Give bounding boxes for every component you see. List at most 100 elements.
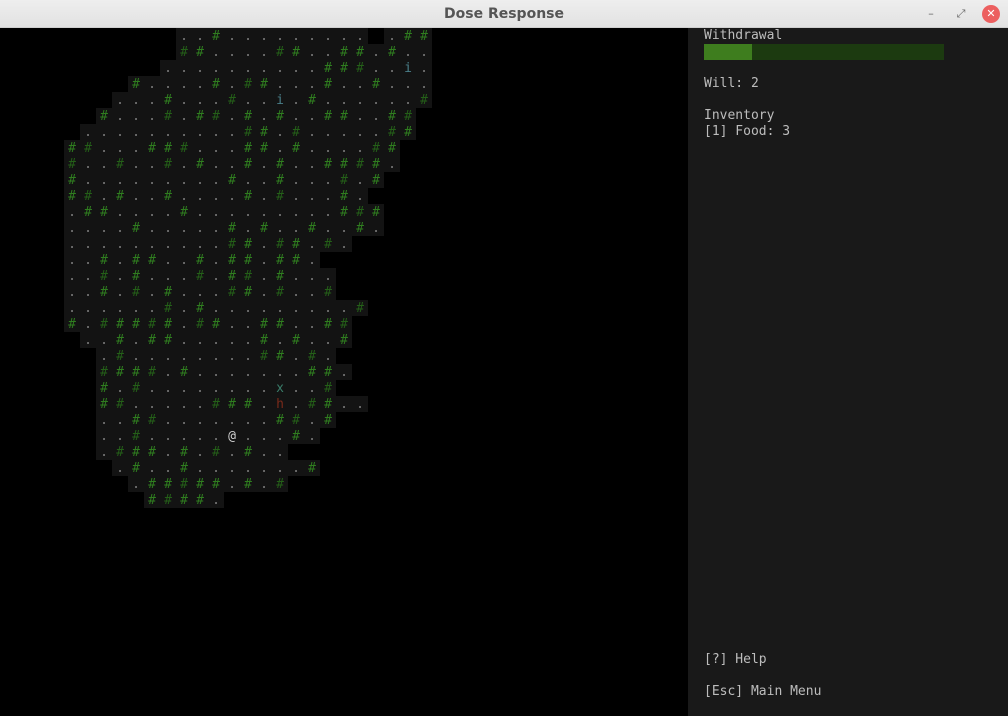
floor-glyph: . bbox=[180, 253, 188, 268]
tree-glyph: # bbox=[228, 397, 236, 412]
floor-glyph: . bbox=[244, 301, 252, 316]
tree-glyph: # bbox=[276, 237, 284, 252]
floor-glyph: . bbox=[212, 61, 220, 76]
floor-glyph: . bbox=[228, 109, 236, 124]
tree-glyph: # bbox=[324, 285, 332, 300]
floor-glyph: . bbox=[196, 125, 204, 140]
floor-glyph: . bbox=[388, 29, 396, 44]
floor-glyph: . bbox=[228, 461, 236, 476]
tree-glyph: # bbox=[260, 125, 268, 140]
floor-glyph: . bbox=[180, 109, 188, 124]
floor-glyph: . bbox=[244, 45, 252, 60]
inventory-item-food[interactable]: [1] Food: 3 bbox=[704, 124, 790, 140]
floor-glyph: . bbox=[84, 285, 92, 300]
floor-glyph: . bbox=[84, 317, 92, 332]
floor-glyph: . bbox=[260, 61, 268, 76]
floor-glyph: . bbox=[292, 381, 300, 396]
floor-glyph: . bbox=[244, 221, 252, 236]
floor-glyph: . bbox=[132, 189, 140, 204]
floor-glyph: . bbox=[196, 285, 204, 300]
floor-glyph: . bbox=[404, 77, 412, 92]
item-glyph: i bbox=[276, 93, 284, 108]
tree-glyph: # bbox=[276, 173, 284, 188]
floor-glyph: . bbox=[180, 61, 188, 76]
floor-glyph: . bbox=[212, 45, 220, 60]
tree-glyph: # bbox=[164, 189, 172, 204]
floor-glyph: . bbox=[276, 61, 284, 76]
floor-glyph: . bbox=[388, 93, 396, 108]
tree-glyph: # bbox=[244, 141, 252, 156]
floor-glyph: . bbox=[212, 221, 220, 236]
floor-glyph: . bbox=[228, 413, 236, 428]
floor-glyph: . bbox=[196, 397, 204, 412]
floor-glyph: . bbox=[148, 237, 156, 252]
tree-glyph: # bbox=[324, 109, 332, 124]
tree-glyph: # bbox=[356, 205, 364, 220]
floor-glyph: . bbox=[372, 109, 380, 124]
floor-glyph: . bbox=[260, 445, 268, 460]
floor-glyph: . bbox=[164, 349, 172, 364]
floor-glyph: . bbox=[116, 253, 124, 268]
tree-glyph: # bbox=[308, 349, 316, 364]
tree-glyph: # bbox=[164, 141, 172, 156]
floor-glyph: . bbox=[260, 397, 268, 412]
floor-glyph: . bbox=[356, 173, 364, 188]
floor-glyph: . bbox=[100, 189, 108, 204]
floor-glyph: . bbox=[276, 365, 284, 380]
close-icon[interactable]: ✕ bbox=[982, 5, 1000, 23]
game-map[interactable]: .. #.......... # # # #.... # #.. # #. #...........… bbox=[0, 28, 688, 716]
tree-glyph: # bbox=[100, 269, 108, 284]
tree-glyph: # bbox=[132, 317, 140, 332]
monster-glyph: h bbox=[276, 397, 284, 412]
floor-glyph: . bbox=[148, 125, 156, 140]
floor-glyph: . bbox=[276, 77, 284, 92]
floor-glyph: . bbox=[276, 461, 284, 476]
main-menu-hint[interactable]: [Esc] Main Menu bbox=[704, 684, 821, 700]
tree-glyph: # bbox=[356, 221, 364, 236]
tree-glyph: # bbox=[132, 381, 140, 396]
floor-glyph: . bbox=[228, 349, 236, 364]
floor-glyph: . bbox=[196, 413, 204, 428]
floor-glyph: . bbox=[180, 189, 188, 204]
tree-glyph: # bbox=[292, 237, 300, 252]
floor-glyph: . bbox=[228, 477, 236, 492]
minimize-icon[interactable]: – bbox=[922, 5, 940, 23]
maximize-icon[interactable]: ⤢ bbox=[952, 5, 970, 23]
title-bar[interactable]: Dose Response – ⤢ ✕ bbox=[0, 0, 1008, 28]
tree-glyph: # bbox=[132, 413, 140, 428]
floor-glyph: . bbox=[212, 365, 220, 380]
floor-glyph: . bbox=[340, 125, 348, 140]
tree-glyph: # bbox=[148, 253, 156, 268]
floor-glyph: . bbox=[228, 365, 236, 380]
tree-glyph: # bbox=[180, 493, 188, 508]
tree-glyph: # bbox=[132, 445, 140, 460]
floor-glyph: . bbox=[292, 61, 300, 76]
floor-glyph: . bbox=[292, 109, 300, 124]
floor-glyph: . bbox=[260, 477, 268, 492]
floor-glyph: . bbox=[116, 173, 124, 188]
floor-glyph: . bbox=[340, 365, 348, 380]
tree-glyph: # bbox=[356, 157, 364, 172]
tree-glyph: # bbox=[260, 349, 268, 364]
floor-glyph: . bbox=[388, 77, 396, 92]
tree-glyph: # bbox=[324, 237, 332, 252]
tree-glyph: # bbox=[116, 157, 124, 172]
app-window: Dose Response – ⤢ ✕ .. #.......... # # # #...… bbox=[0, 0, 1008, 716]
tree-glyph: # bbox=[164, 93, 172, 108]
floor-glyph: . bbox=[100, 445, 108, 460]
floor-glyph: . bbox=[148, 77, 156, 92]
floor-glyph: . bbox=[292, 221, 300, 236]
floor-glyph: . bbox=[164, 413, 172, 428]
tree-glyph: # bbox=[340, 109, 348, 124]
floor-glyph: . bbox=[148, 301, 156, 316]
floor-glyph: . bbox=[260, 301, 268, 316]
floor-glyph: . bbox=[356, 77, 364, 92]
tree-glyph: # bbox=[244, 269, 252, 284]
tree-glyph: # bbox=[308, 93, 316, 108]
floor-glyph: . bbox=[292, 365, 300, 380]
floor-glyph: . bbox=[196, 333, 204, 348]
help-hint[interactable]: [?] Help bbox=[704, 652, 767, 668]
floor-glyph: . bbox=[116, 461, 124, 476]
floor-glyph: . bbox=[228, 29, 236, 44]
floor-glyph: . bbox=[164, 125, 172, 140]
